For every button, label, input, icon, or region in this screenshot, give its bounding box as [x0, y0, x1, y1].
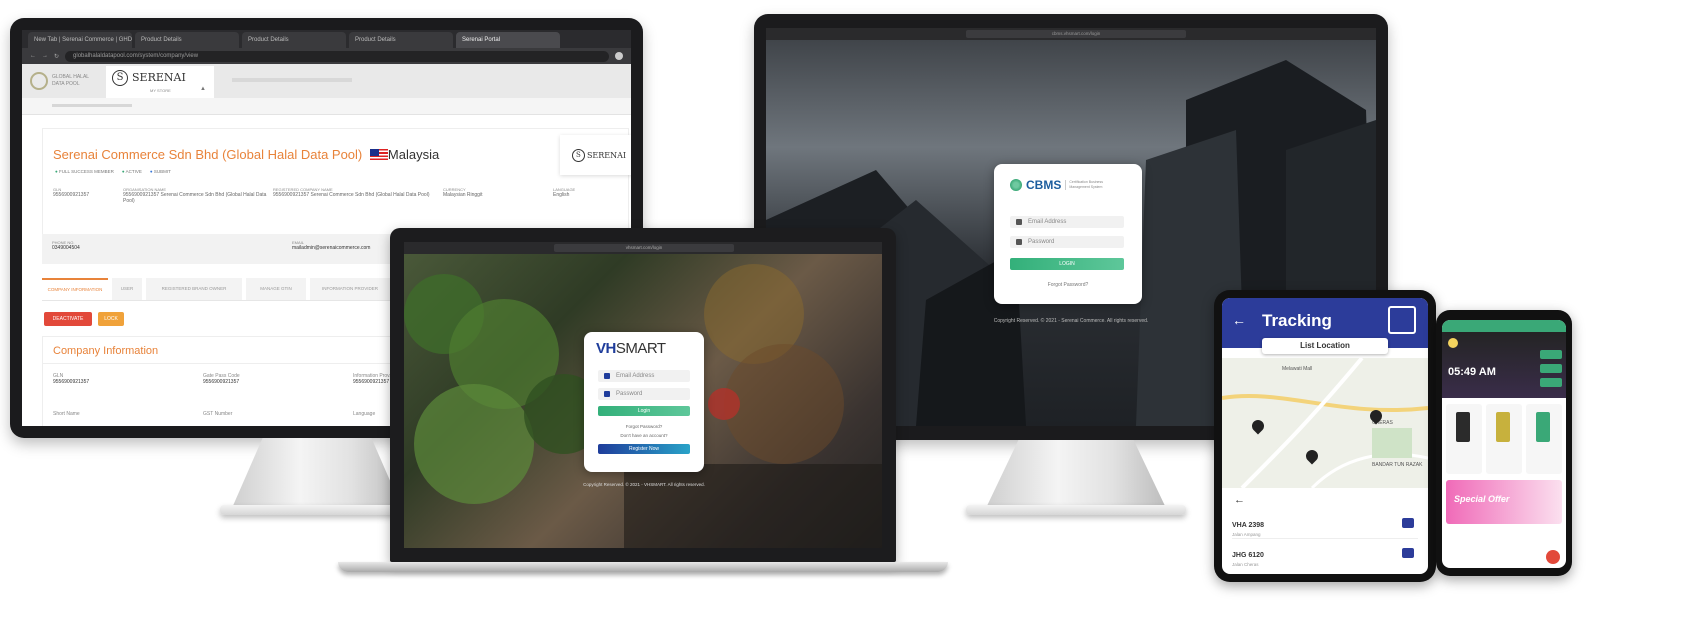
vhsmart-login-card: VHSMART Email Address Password Login For… — [584, 332, 704, 472]
serenai-store-box[interactable]: S SERENAI MY STORE ▲ — [106, 66, 214, 98]
address-bar[interactable]: globalhalaldatapool.com/system/company/v… — [65, 50, 609, 62]
mail-icon — [1016, 219, 1022, 225]
browser-tabbar: New Tab | Serenai Commerce | GHD Halal P… — [22, 30, 631, 48]
ghdp-logo: GLOBAL HALAL DATA POOL — [30, 72, 100, 90]
email-field[interactable]: Email Address — [1010, 216, 1124, 228]
user-icon — [604, 373, 610, 379]
back-icon[interactable]: ← — [30, 53, 36, 59]
user-icon: ▲ — [200, 86, 206, 92]
laptop-screen: vhsmart.com/login VHSMART Email Address … — [404, 242, 882, 548]
promo-banner[interactable]: Special Offer — [1446, 480, 1562, 524]
no-account-text: Don't have an account? — [620, 433, 668, 438]
phone: 05:49 AM Special Offer — [1436, 310, 1572, 576]
app-header: GLOBAL HALAL DATA POOL S SERENAI MY STOR… — [22, 64, 631, 98]
vhsmart-footer: Copyright Reserved. © 2021 - VHSMART. Al… — [583, 482, 705, 487]
product-card[interactable] — [1526, 404, 1562, 474]
serenai-side-logo: S SERENAI — [560, 135, 631, 175]
browser-toolbar: cbms.vhsmart.com/login — [766, 28, 1376, 40]
browser-urlbar: ← → ↻ globalhalaldatapool.com/system/com… — [22, 48, 631, 64]
map[interactable]: Melawati Mall CHERAS BANDAR TUN RAZAK — [1222, 358, 1428, 488]
reload-icon[interactable]: ↻ — [54, 53, 59, 60]
map-label: Melawati Mall — [1282, 366, 1313, 372]
moon-icon — [1448, 338, 1458, 348]
lock-button[interactable]: LOCK — [98, 312, 124, 326]
laptop-base — [338, 562, 948, 572]
map-label: BANDAR TUN RAZAK — [1372, 462, 1423, 468]
cart-fab[interactable] — [1546, 550, 1560, 564]
login-button[interactable]: Login — [598, 406, 690, 416]
forgot-password-link[interactable]: Forgot Password? — [584, 424, 704, 429]
vhsmart-logo: VHSMART — [596, 340, 666, 357]
phone-header: 05:49 AM — [1442, 332, 1566, 398]
email-field[interactable]: Email Address — [598, 370, 690, 382]
vehicle-list-item[interactable]: VHA 2398 Jalan Ampang — [1232, 514, 1418, 539]
subtab-info-provider[interactable]: INFORMATION PROVIDER — [310, 278, 390, 300]
company-title: Serenai Commerce Sdn Bhd (Global Halal D… — [53, 147, 440, 162]
right-monitor-stand — [986, 440, 1166, 508]
subtab-gtin[interactable]: MANAGE GTIN — [246, 278, 306, 300]
deactivate-button[interactable]: DEACTIVATE — [44, 312, 92, 326]
phone-screen: 05:49 AM Special Offer — [1442, 320, 1566, 568]
breadcrumb — [22, 98, 631, 115]
cbms-logo-icon — [1010, 179, 1022, 191]
password-field[interactable]: Password — [1010, 236, 1124, 248]
address-bar[interactable]: cbms.vhsmart.com/login — [966, 30, 1186, 38]
nav-placeholder — [232, 78, 352, 82]
subtab-company[interactable]: COMPANY INFORMATION — [42, 278, 108, 300]
section-title: Company Information — [53, 345, 159, 357]
forward-icon[interactable]: → — [42, 53, 48, 59]
list-action-button[interactable] — [1402, 548, 1414, 558]
cbms-footer: Copyright Reserved. © 2021 - Serenai Com… — [993, 318, 1149, 324]
browser-tab[interactable]: Product Details — [242, 32, 346, 48]
product-card[interactable] — [1446, 404, 1482, 474]
browser-tab-active[interactable]: Serenai Portal — [456, 32, 560, 48]
tracking-title: Tracking — [1262, 311, 1332, 330]
company-badges: ● FULL SUCCESS MEMBER ● ACTIVE ● SUBMIT — [55, 169, 171, 174]
laptop: vhsmart.com/login VHSMART Email Address … — [390, 228, 896, 568]
serenai-logo-icon: S — [112, 70, 128, 86]
product-card[interactable] — [1486, 404, 1522, 474]
vehicle-list-item[interactable]: JHG 6120 Jalan Cheras — [1232, 544, 1418, 568]
tablet: ← Tracking List Location Melawati Mall C… — [1214, 290, 1436, 582]
lock-icon — [604, 391, 610, 397]
subtab-user[interactable]: USER — [112, 278, 142, 300]
list-location-tab[interactable]: List Location — [1262, 338, 1388, 354]
company-card: Serenai Commerce Sdn Bhd (Global Halal D… — [42, 128, 631, 236]
profile-icon[interactable] — [615, 52, 623, 60]
browser-tab[interactable]: New Tab | Serenai Commerce | GHD Halal — [28, 32, 132, 48]
cbms-login-card: CBMS Certification Business Management S… — [994, 164, 1142, 304]
brand-sub: MY STORE — [150, 88, 171, 93]
right-monitor-base — [966, 505, 1186, 515]
cbms-logo: CBMS Certification Business Management S… — [1010, 178, 1109, 192]
browser-tab[interactable]: Product Details — [135, 32, 239, 48]
back-arrow-icon[interactable]: ← — [1232, 312, 1246, 328]
phone-time: 05:49 AM — [1448, 366, 1496, 378]
address-bar[interactable]: vhsmart.com/login — [554, 244, 734, 252]
browser-tab[interactable]: Product Details — [349, 32, 453, 48]
product-grid — [1446, 404, 1562, 474]
scan-icon[interactable] — [1388, 306, 1416, 334]
password-field[interactable]: Password — [598, 388, 690, 400]
left-monitor-stand — [232, 438, 402, 508]
register-button[interactable]: Register Now — [598, 444, 690, 454]
serenai-brand: SERENAI — [132, 71, 186, 84]
back-arrow-icon[interactable]: ← — [1234, 494, 1245, 506]
forgot-password-link[interactable]: Forgot Password? — [994, 282, 1142, 288]
list-action-button[interactable] — [1402, 518, 1414, 528]
ghdp-logo-icon — [30, 72, 48, 90]
login-button[interactable]: LOGIN — [1010, 258, 1124, 270]
subtab-brand-owner[interactable]: REGISTERED BRAND OWNER — [146, 278, 242, 300]
browser-toolbar: vhsmart.com/login — [404, 242, 882, 254]
malaysia-flag-icon — [369, 149, 388, 160]
company-info-row: GLN 9556900921357 ORGANISATION NAME 955690… — [53, 187, 576, 204]
tablet-screen: ← Tracking List Location Melawati Mall C… — [1222, 298, 1428, 574]
lock-icon — [1016, 239, 1022, 245]
